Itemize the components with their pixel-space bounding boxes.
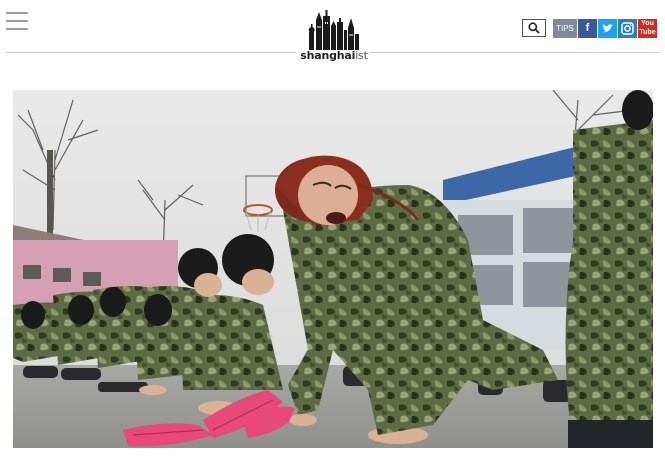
twitter-icon[interactable] <box>598 19 617 38</box>
tips-button[interactable]: TIPS <box>553 19 577 38</box>
search-button[interactable] <box>522 19 546 37</box>
instagram-icon[interactable] <box>618 19 637 38</box>
menu-bar <box>6 28 28 30</box>
menu-bar <box>6 12 28 14</box>
youtube-icon[interactable]: You Tube <box>638 19 657 38</box>
skyline-logo-icon <box>308 10 359 50</box>
logo-wordmark-main: shanghai <box>300 49 356 62</box>
menu-hamburger-icon[interactable] <box>6 12 28 32</box>
header-divider-right <box>370 52 660 53</box>
logo-wordmark: shanghaiist <box>298 50 370 62</box>
site-header: shanghaiist TIPS f You Tube <box>0 0 665 80</box>
site-logo[interactable]: shanghaiist <box>298 10 370 68</box>
hero-photo-illustration <box>13 90 653 448</box>
article-hero-image <box>13 90 653 448</box>
facebook-icon[interactable]: f <box>578 19 597 38</box>
logo-wordmark-suffix: ist <box>355 49 368 62</box>
search-icon <box>528 22 540 34</box>
header-divider-left <box>6 52 296 53</box>
instagram-camera-icon <box>621 22 634 35</box>
menu-bar <box>6 20 28 22</box>
twitter-bird-icon <box>602 24 613 33</box>
page: shanghaiist TIPS f You Tube <box>0 0 665 467</box>
